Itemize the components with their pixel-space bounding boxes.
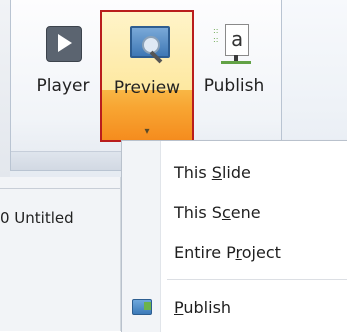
- menu-item-label: This Scene: [174, 203, 261, 222]
- menu-item-this-slide[interactable]: This Slide: [122, 156, 347, 190]
- tab-strip-divider: [0, 188, 120, 189]
- publish-button[interactable]: :::: a Publish: [194, 10, 274, 110]
- publish-icon: :::: a: [211, 20, 257, 66]
- ribbon-left-edge: [0, 0, 10, 177]
- chevron-down-icon[interactable]: ▾: [102, 126, 192, 137]
- preview-label: Preview: [113, 78, 181, 98]
- preview-dropdown-menu: This Slide This Scene Entire Project Pub…: [121, 140, 347, 332]
- preview-button[interactable]: Preview ▾: [100, 10, 194, 142]
- menu-item-label: Publish: [174, 298, 232, 317]
- document-tab-label: 0 Untitled: [0, 209, 74, 227]
- player-label: Player: [36, 76, 90, 96]
- document-tab-strip: [0, 177, 121, 331]
- document-tab[interactable]: 0 Untitled: [0, 204, 119, 232]
- menu-separator: [167, 279, 347, 280]
- player-button[interactable]: Player: [28, 10, 98, 110]
- publish-menu-icon: [132, 299, 152, 315]
- menu-item-publish[interactable]: Publish: [122, 291, 347, 325]
- menu-item-label: This Slide: [174, 163, 251, 182]
- preview-icon: [124, 22, 170, 68]
- publish-label: Publish: [203, 76, 265, 96]
- player-icon: [40, 20, 86, 66]
- menu-item-label: Entire Project: [174, 243, 281, 262]
- menu-item-this-scene[interactable]: This Scene: [122, 196, 347, 230]
- menu-item-entire-project[interactable]: Entire Project: [122, 236, 347, 270]
